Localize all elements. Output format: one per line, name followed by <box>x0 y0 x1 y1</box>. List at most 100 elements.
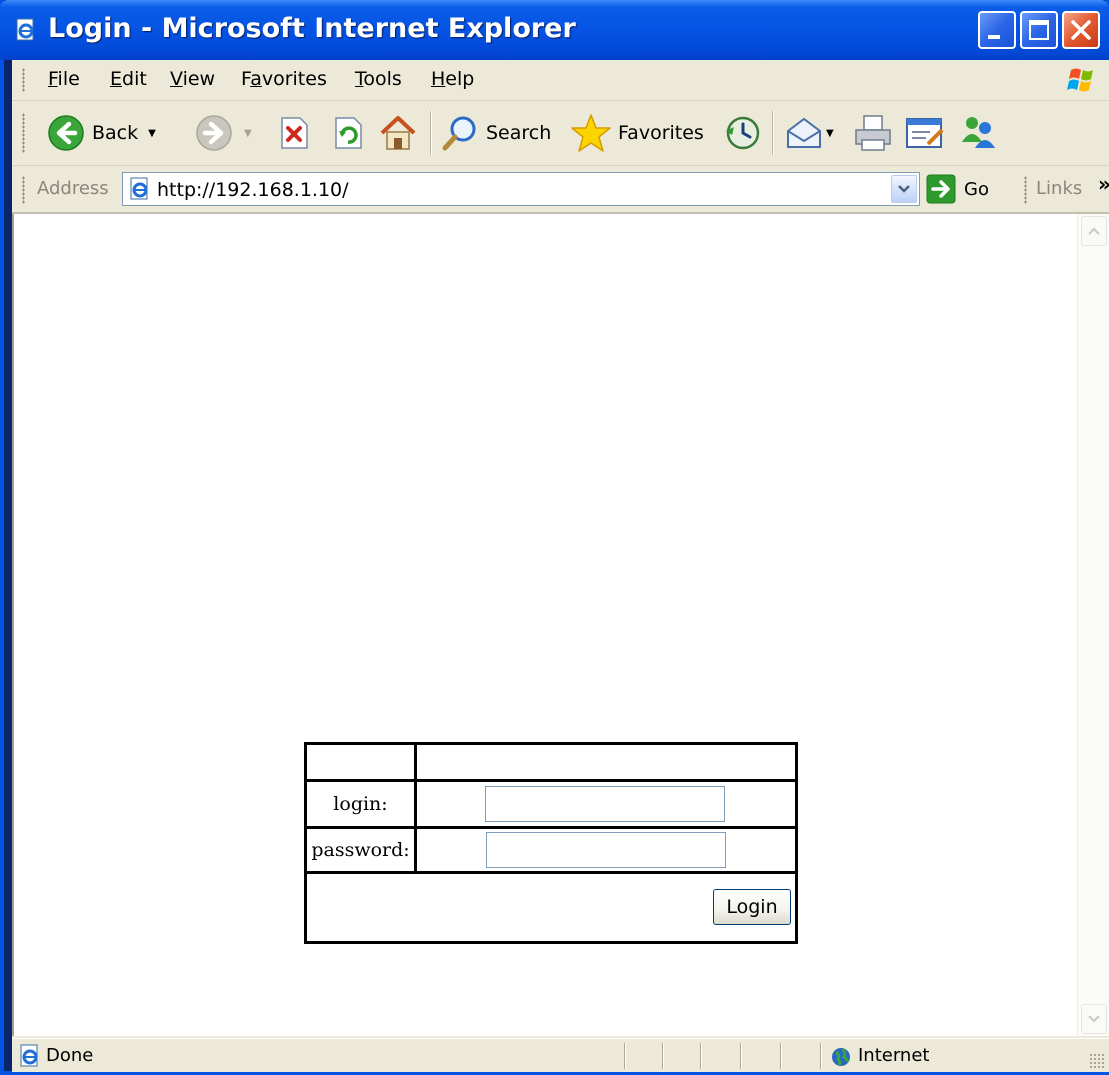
login-button[interactable]: Login <box>713 889 791 925</box>
back-dropdown-icon[interactable]: ▼ <box>148 128 156 139</box>
go-button[interactable]: Go <box>926 174 989 204</box>
maximize-icon <box>1029 20 1049 40</box>
ie-page-icon <box>130 177 148 200</box>
home-icon <box>380 116 416 150</box>
refresh-icon <box>335 117 362 149</box>
search-button[interactable]: Search <box>440 101 551 165</box>
menu-bar: File Edit View Favorites Tools Help <box>12 60 1109 101</box>
menu-edit-accel: E <box>110 68 123 90</box>
login-label: login: <box>333 793 388 815</box>
window-title: Login - Microsoft Internet Explorer <box>48 13 576 44</box>
go-arrow-icon <box>926 174 956 204</box>
links-chevron-icon[interactable]: » <box>1098 172 1109 196</box>
edit-page-icon <box>906 118 944 148</box>
password-input[interactable] <box>486 832 726 868</box>
favorites-label: Favorites <box>618 122 704 144</box>
forward-arrow-icon <box>196 115 232 151</box>
menubar-grip[interactable] <box>22 68 25 92</box>
browser-chrome: File Edit View Favorites Tools Help Back <box>12 60 1109 1072</box>
table-row-divider <box>307 871 795 874</box>
menu-view-accel: V <box>170 68 183 90</box>
address-input[interactable]: http://192.168.1.10/ <box>122 172 920 206</box>
menu-view[interactable]: View <box>170 68 215 90</box>
page-viewport: login: password: Login <box>12 214 1109 1036</box>
messenger-button[interactable] <box>958 101 1000 165</box>
history-icon <box>726 116 760 150</box>
edit-button[interactable] <box>904 101 946 165</box>
status-divider <box>624 1043 626 1069</box>
status-bar: Done Internet <box>12 1038 1109 1072</box>
login-form-table: login: password: Login <box>304 742 798 944</box>
ie-page-icon <box>20 1044 38 1067</box>
status-divider <box>820 1043 822 1069</box>
history-button[interactable] <box>722 101 762 165</box>
links-button[interactable]: Links <box>1036 178 1082 199</box>
mail-dropdown-icon[interactable]: ▼ <box>826 128 834 139</box>
minimize-icon <box>988 35 1000 39</box>
go-label: Go <box>964 178 989 200</box>
links-grip[interactable] <box>1024 176 1027 204</box>
close-button[interactable] <box>1062 11 1100 49</box>
resize-grip[interactable] <box>1089 1053 1105 1069</box>
windows-flag-icon <box>1067 68 1093 92</box>
menu-tools[interactable]: Tools <box>355 68 402 90</box>
status-divider <box>780 1043 782 1069</box>
print-button[interactable] <box>852 101 894 165</box>
favorites-star-icon <box>571 114 611 152</box>
toolbar-separator <box>772 111 774 155</box>
menu-help-accel: H <box>431 68 446 90</box>
printer-icon <box>855 115 891 151</box>
address-label: Address <box>37 178 109 199</box>
home-button[interactable] <box>378 101 418 165</box>
chevron-up-icon <box>1088 227 1100 235</box>
back-button[interactable]: Back ▼ <box>46 101 156 165</box>
status-divider <box>700 1043 702 1069</box>
ie-page-icon <box>16 18 34 41</box>
menu-favorites-accel: a <box>250 68 262 90</box>
scroll-down-button[interactable] <box>1081 1004 1107 1034</box>
status-divider <box>740 1043 742 1069</box>
favorites-button[interactable]: Favorites <box>570 101 704 165</box>
status-text: Done <box>46 1045 94 1066</box>
chevron-down-icon <box>1088 1015 1100 1023</box>
globe-icon <box>832 1048 850 1066</box>
mail-icon <box>787 117 821 148</box>
back-label: Back <box>92 122 139 144</box>
scroll-up-button[interactable] <box>1081 216 1107 246</box>
vertical-scrollbar[interactable] <box>1077 214 1109 1036</box>
browser-window: Login - Microsoft Internet Explorer File… <box>0 0 1109 1075</box>
search-label: Search <box>486 122 552 144</box>
security-zone: Internet <box>858 1045 930 1066</box>
standard-toolbar: Back ▼ ▼ Search Favorites ▼ <box>12 101 1109 166</box>
status-divider <box>662 1043 664 1069</box>
search-icon <box>442 116 476 151</box>
table-column-divider <box>414 745 417 873</box>
forward-dropdown-icon[interactable]: ▼ <box>244 128 252 139</box>
maximize-button[interactable] <box>1020 11 1058 49</box>
stop-icon <box>281 117 308 149</box>
close-icon <box>1071 20 1091 40</box>
table-row-divider <box>307 779 795 782</box>
menu-file-accel: F <box>48 68 58 90</box>
menu-file[interactable]: File <box>48 68 80 90</box>
menu-help[interactable]: Help <box>431 68 474 90</box>
messenger-icon <box>962 117 995 148</box>
minimize-button[interactable] <box>978 11 1016 49</box>
title-bar[interactable]: Login - Microsoft Internet Explorer <box>0 0 1109 60</box>
menu-tools-accel: T <box>355 68 364 90</box>
table-row-divider <box>307 826 795 829</box>
chevron-down-icon <box>898 185 910 193</box>
address-url[interactable]: http://192.168.1.10/ <box>157 179 349 201</box>
menu-edit[interactable]: Edit <box>110 68 147 90</box>
toolbar-separator <box>430 111 432 155</box>
password-label: password: <box>311 839 410 861</box>
mail-button[interactable]: ▼ <box>784 101 834 165</box>
login-input[interactable] <box>485 786 725 822</box>
toolbar-grip[interactable] <box>22 113 25 153</box>
address-dropdown-button[interactable] <box>891 175 917 203</box>
addressbar-grip[interactable] <box>22 176 25 204</box>
forward-button[interactable]: ▼ <box>194 101 252 165</box>
refresh-button[interactable] <box>330 101 366 165</box>
stop-button[interactable] <box>276 101 312 165</box>
menu-favorites[interactable]: Favorites <box>241 68 327 90</box>
